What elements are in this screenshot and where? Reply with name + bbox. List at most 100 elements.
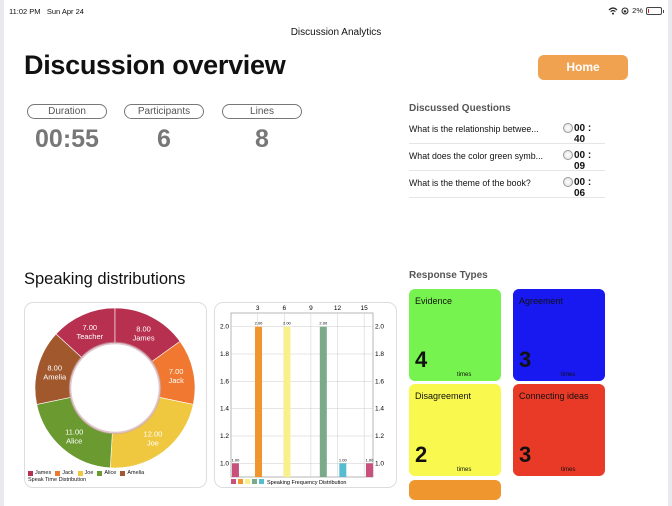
speak-frequency-bar-chart: 1.0 1.0 1.2 1.2 1.4 1.4 1.6 1.6 1.8 1.8 2.0 2.0 3 6 9 1… [220,305,384,486]
slice-value-label: 7.00 [169,367,184,376]
stat-label: Lines [222,104,302,119]
legend-swatch [97,470,103,476]
response-tile[interactable]: Evidence 4 times [409,289,501,381]
frequency-bar [365,463,373,477]
stat-duration: Duration 00:55 [27,104,107,154]
x-tick-label: 6 [282,305,286,312]
slice-name-label: James [132,333,154,342]
bar-value-label: 2.00 [283,321,292,326]
x-tick-label: 9 [309,305,313,312]
y-tick-label-right: 1.0 [375,460,384,467]
slice-value-label: 8.00 [136,324,151,333]
clock-icon [563,177,573,187]
discussed-questions-title: Discussed Questions [409,103,511,114]
question-row[interactable]: What does the color green symb... 00 : 0… [409,144,605,172]
y-tick-label-right: 1.4 [375,406,384,413]
plot-frame [230,312,374,478]
bar-value-label: 1.00 [339,457,348,462]
response-label: Agreement [519,296,564,306]
frequency-bar [283,326,291,477]
legend-label: Amelia [127,470,145,476]
response-tile-partial[interactable] [409,480,501,500]
response-types-title: Response Types [409,270,488,281]
legend-item: Joe [77,470,94,476]
donut-chart-title: Speak Time Distribution [28,477,87,483]
slice-name-label: Amelia [43,373,67,382]
y-tick-label-right: 1.6 [375,378,384,385]
y-tick-label-right: 1.8 [375,351,384,358]
legend-label: Joe [84,470,94,476]
orientation-lock-icon [621,7,629,14]
page-title: Discussion overview [24,50,286,80]
nav-title: Discussion Analytics [290,27,382,38]
question-row[interactable]: What is the relationship betwee... 00 : … [409,117,605,145]
x-tick-label: 12 [334,305,342,312]
bar-chart-title: Speaking Frequency Distribution [267,480,347,486]
donut-inner-ring [68,341,162,435]
legend-label: James [35,470,52,476]
response-unit: times [457,467,472,473]
slice-value-label: 7.00 [83,323,98,332]
frequency-bar [231,463,239,477]
bar-value-label: 2.00 [255,321,264,326]
legend-swatch [120,470,126,476]
status-right: 2% [608,6,664,15]
frequency-bar [339,463,347,477]
y-tick-label-left: 1.2 [220,433,229,440]
legend-swatch [252,479,257,484]
y-tick-label-left: 1.6 [220,378,229,385]
bar-value-label: 1.00 [366,457,375,462]
question-duration: 00 : 40 [574,123,592,145]
response-count: 3 [519,347,532,372]
wifi-icon [608,6,618,15]
stat-lines: Lines 8 [222,104,302,154]
legend-item: James [28,470,51,476]
y-tick-label-left: 2.0 [220,324,229,331]
legend-swatch [259,479,264,484]
clock-icon [563,150,573,160]
speak-frequency-card: 1.0 1.0 1.2 1.2 1.4 1.4 1.6 1.6 1.8 1.8 2.0 2.0 3 6 9 1… [214,302,397,488]
response-tile[interactable]: Disagreement 2 times [409,384,501,476]
stat-value: 00:55 [35,125,99,153]
speak-time-donut-chart: 7.00Teacher8.00James7.00Jack12.00Joe11.0… [34,307,196,469]
legend-item: Amelia [120,470,144,476]
slice-value-label: 11.00 [65,427,83,436]
stat-value: 6 [157,125,171,153]
legend-swatch [238,479,243,484]
response-count: 3 [519,442,532,467]
stat-label: Duration [27,104,107,119]
home-button[interactable]: Home [538,55,628,80]
question-text: What does the color green symb... [409,151,543,161]
legend-label: Jack [62,470,74,476]
y-tick-label-right: 2.0 [375,324,384,331]
frequency-bar [319,326,327,477]
slice-name-label: Joe [147,439,159,448]
question-row[interactable]: What is the theme of the book? 00 : 06 [409,171,605,199]
response-unit: times [561,467,576,473]
legend-swatch [55,470,61,476]
frequency-bar [255,326,263,477]
question-duration: 00 : 06 [574,177,592,199]
clock-icon [563,123,573,133]
status-time: 11:02 PM Sun Apr 24 [9,7,84,16]
stat-label: Participants [124,104,204,119]
y-tick-label-left: 1.8 [220,351,229,358]
legend-item: Jack [55,470,74,476]
legend-item: Alice [97,470,116,476]
response-label: Connecting ideas [519,391,589,401]
slice-value-label: 8.00 [47,364,62,373]
legend-swatch [231,479,236,484]
legend-swatch [245,479,250,484]
response-unit: times [561,372,576,378]
status-bar: 11:02 PM Sun Apr 24 2% [4,0,668,22]
response-tile[interactable]: Connecting ideas 3 times [513,384,605,476]
y-tick-label-left: 1.0 [220,460,229,467]
response-label: Disagreement [415,391,472,401]
slice-name-label: Alice [66,436,82,445]
response-tile[interactable]: Agreement 3 times [513,289,605,381]
question-text: What is the relationship betwee... [409,124,539,134]
stat-value: 8 [255,125,269,153]
legend-label: Alice [104,470,117,476]
x-tick-label: 15 [361,305,369,312]
response-count: 4 [415,347,428,372]
